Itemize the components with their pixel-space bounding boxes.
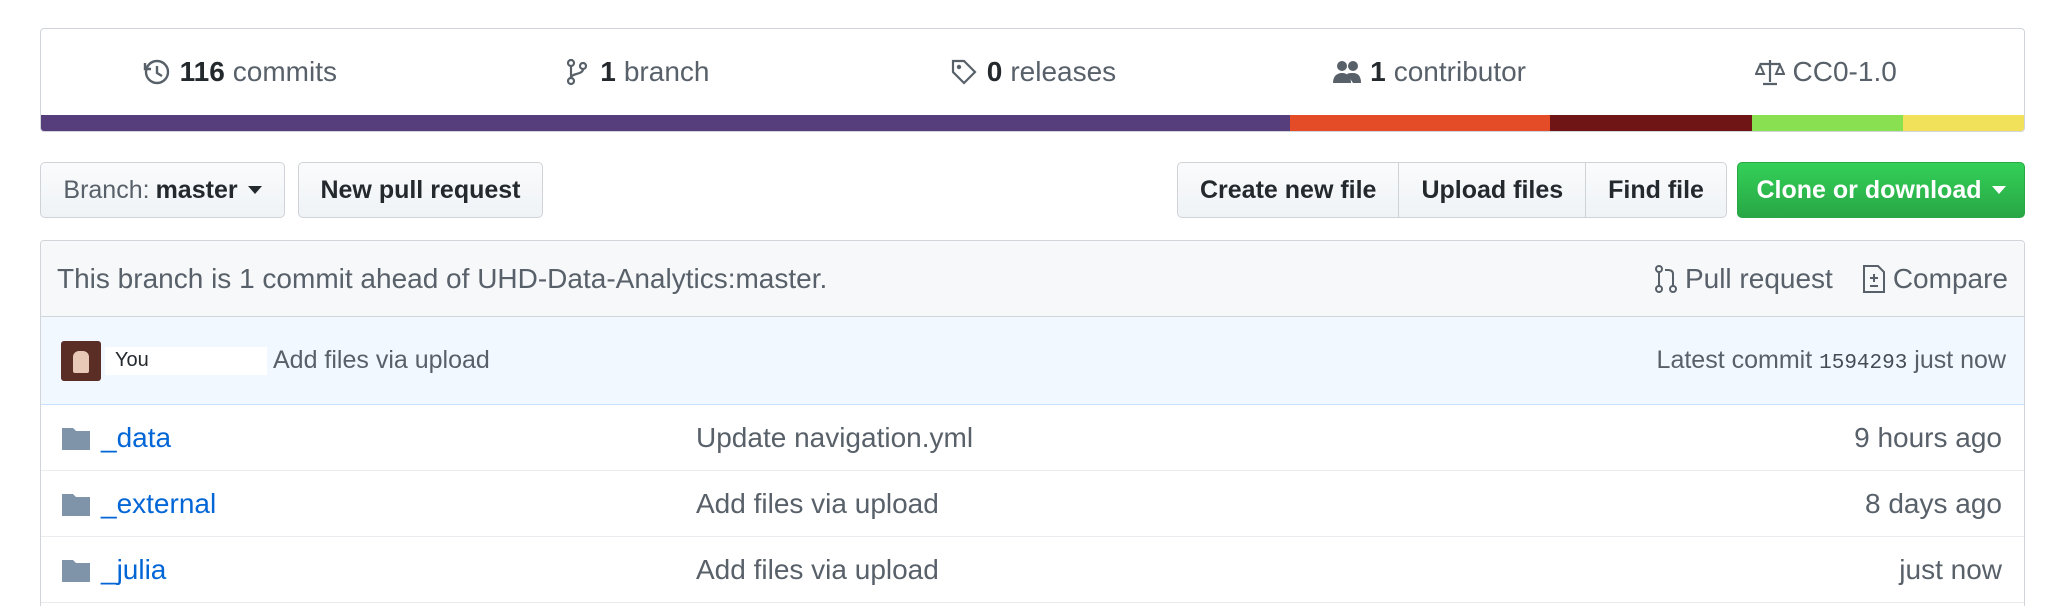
tag-icon (951, 59, 977, 85)
contributors-label: contributor (1393, 56, 1527, 87)
table-row: _julia Add files via upload just now (41, 537, 2024, 603)
latest-commit-info: Latest commit 1594293 just now (1657, 346, 2006, 375)
branch-name: master (155, 175, 238, 204)
table-row: _external Add files via upload 8 days ag… (41, 471, 2024, 537)
file-commit-message[interactable]: Add files via upload (696, 488, 1865, 520)
create-new-file-button[interactable]: Create new file (1177, 162, 1400, 218)
license-label: CC0-1.0 (1792, 56, 1897, 87)
file-name[interactable]: _julia (101, 554, 696, 586)
commits-count: 116 (179, 56, 225, 87)
contributors-count: 1 (1370, 56, 1386, 87)
upload-files-button[interactable]: Upload files (1398, 162, 1587, 218)
diff-icon (1862, 264, 1885, 293)
folder-icon (62, 427, 90, 450)
license-link[interactable]: CC0-1.0 (1627, 56, 2024, 88)
compare-link[interactable]: Compare (1861, 263, 2008, 295)
repo-summary: 116 commits 1 branch 0 releases 1 contri… (40, 28, 2025, 132)
people-icon (1333, 61, 1362, 83)
caret-down-icon (1991, 186, 2006, 194)
branch-icon (567, 58, 588, 86)
history-icon (143, 59, 169, 85)
latest-commit-prefix: Latest commit (1656, 346, 1813, 374)
branch-status-text: This branch is 1 commit ahead of UHD-Dat… (57, 262, 828, 294)
compare-label: Compare (1892, 262, 2008, 294)
clone-label: Clone or download (1756, 175, 1982, 204)
avatar[interactable] (61, 340, 101, 381)
commit-message[interactable]: Add files via upload (273, 346, 490, 375)
new-pull-request-button[interactable]: New pull request (298, 162, 543, 218)
language-segment[interactable] (1752, 115, 1904, 131)
new-pull-request-label: New pull request (320, 175, 521, 204)
law-icon (1754, 60, 1785, 86)
branches-label: branch (623, 56, 710, 87)
folder-icon (62, 493, 90, 516)
commits-link[interactable]: 116 commits (41, 56, 438, 88)
pull-request-link[interactable]: Pull request (1653, 263, 1833, 295)
branch-prefix: Branch: (63, 175, 150, 204)
language-segment[interactable] (41, 115, 1291, 131)
contributors-link[interactable]: 1 contributor (1231, 56, 1628, 88)
file-name[interactable]: _data (101, 422, 696, 454)
releases-count: 0 (986, 56, 1003, 87)
folder-icon (62, 559, 90, 582)
commit-sha[interactable]: 1594293 (1819, 352, 1907, 375)
file-table: This branch is 1 commit ahead of UHD-Dat… (40, 240, 2025, 606)
pull-request-label: Pull request (1684, 262, 1833, 294)
file-name[interactable]: _external (101, 488, 696, 520)
commit-author[interactable]: You (105, 346, 267, 375)
branches-link[interactable]: 1 branch (438, 56, 835, 88)
pull-request-icon (1654, 264, 1677, 293)
branch-info-bar: This branch is 1 commit ahead of UHD-Dat… (41, 241, 2024, 317)
releases-link[interactable]: 0 releases (834, 56, 1231, 88)
language-segment[interactable] (1290, 115, 1551, 131)
branches-count: 1 (600, 56, 616, 87)
caret-down-icon (247, 186, 262, 194)
file-navigation: Branch: master New pull request Create n… (40, 162, 2025, 218)
language-segment[interactable] (1903, 115, 2024, 131)
stats-row: 116 commits 1 branch 0 releases 1 contri… (41, 29, 2024, 115)
language-segment[interactable] (1550, 115, 1753, 131)
file-age: 9 hours ago (1854, 421, 2002, 453)
file-commit-message[interactable]: Add files via upload (696, 554, 1899, 586)
file-actions: Create new file Upload files Find file (1177, 162, 1727, 218)
table-row: _data Update navigation.yml 9 hours ago (41, 405, 2024, 471)
latest-commit-row: You Add files via upload Latest commit 1… (41, 317, 2024, 405)
file-age: just now (1899, 553, 2002, 585)
branch-select-button[interactable]: Branch: master (40, 162, 285, 218)
clone-or-download-button[interactable]: Clone or download (1737, 162, 2025, 218)
language-bar[interactable] (41, 115, 2024, 131)
commit-time: just now (1914, 346, 2006, 374)
file-age: 8 days ago (1865, 487, 2002, 519)
file-commit-message[interactable]: Update navigation.yml (696, 422, 1854, 454)
commits-label: commits (232, 56, 337, 87)
find-file-button[interactable]: Find file (1585, 162, 1727, 218)
releases-label: releases (1010, 56, 1117, 87)
